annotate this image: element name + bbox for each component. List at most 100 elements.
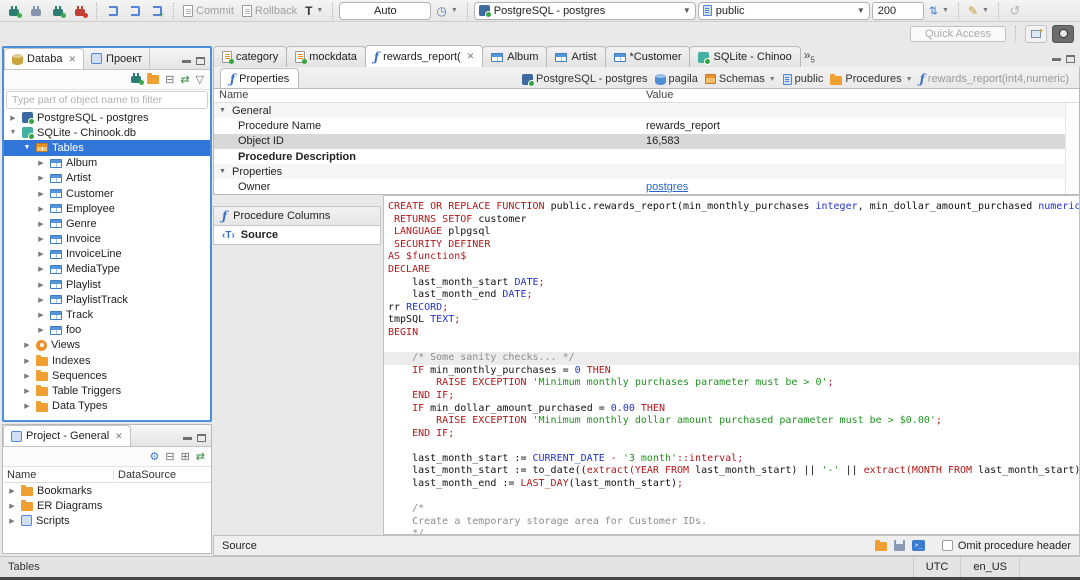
- tab-projects[interactable]: Проект: [84, 48, 151, 69]
- code-line: LANGUAGE plpgsql: [388, 226, 1079, 239]
- fetch-size-input[interactable]: 200: [871, 1, 924, 20]
- grid-row-properties[interactable]: ▼ Properties: [214, 164, 1079, 180]
- tree-item-mediatype[interactable]: ▶ MediaType: [4, 262, 210, 277]
- source-viewer[interactable]: CREATE OR REPLACE FUNCTION public.reward…: [383, 195, 1080, 535]
- tree-item-artist[interactable]: ▶ Artist: [4, 171, 210, 186]
- tree-item-album[interactable]: ▶ Album: [4, 156, 210, 171]
- tree-item-indexes[interactable]: ▶ Indexes: [4, 353, 210, 368]
- editor-tab--customer[interactable]: *Customer: [604, 46, 691, 67]
- breadcrumb-item-rewards-report-int4-numeric-[interactable]: ƒ rewards_report(int4,numeric): [920, 73, 1069, 85]
- navigator-filter-input[interactable]: Type part of object name to filter: [6, 91, 208, 109]
- grid-row-object-id[interactable]: Object ID 16,583: [214, 133, 1079, 149]
- status-locale[interactable]: en_US: [961, 557, 1020, 577]
- project-item-bookmarks[interactable]: ▶ Bookmarks: [3, 483, 211, 498]
- tree-item-playlist[interactable]: ▶ Playlist: [4, 277, 210, 292]
- close-icon[interactable]: ✕: [68, 54, 76, 65]
- link-editor-icon[interactable]: ⇄: [180, 73, 189, 86]
- expand-all-icon[interactable]: ⊞: [181, 450, 190, 463]
- transaction-mode-button[interactable]: T ▼: [302, 2, 326, 20]
- grid-row-owner[interactable]: Owner postgres: [214, 179, 1079, 194]
- collapse-all-icon[interactable]: ⊟: [165, 450, 174, 463]
- tree-item-track[interactable]: ▶ Track: [4, 307, 210, 322]
- tab-project-general[interactable]: Project - General ✕: [3, 425, 131, 446]
- breadcrumb-item-public[interactable]: public: [782, 73, 823, 85]
- editor-tab-sqlite-chinoo[interactable]: SQLite - Chinoo: [689, 46, 801, 67]
- open-perspective-button[interactable]: ✦: [1025, 24, 1047, 43]
- collapse-all-icon[interactable]: ⊟: [165, 73, 174, 86]
- grid-row-general[interactable]: ▼ General: [214, 103, 1079, 119]
- editor-tab-category[interactable]: category: [213, 46, 288, 67]
- editor-tab-mockdata[interactable]: mockdata: [286, 46, 366, 67]
- dbeaver-perspective-button[interactable]: [1052, 24, 1074, 43]
- history-button[interactable]: ◷ ▼: [433, 2, 460, 20]
- secondary-toolbar: Quick Access ✦: [0, 23, 1080, 44]
- tree-item-invoiceline[interactable]: ▶ InvoiceLine: [4, 247, 210, 262]
- tree-item-data-types[interactable]: ▶ Data Types: [4, 399, 210, 414]
- undo-button[interactable]: ↺: [1005, 2, 1025, 20]
- breadcrumb-item-procedures[interactable]: Procedures ▼: [830, 73, 913, 85]
- minimize-icon[interactable]: [183, 436, 192, 440]
- view-menu-icon[interactable]: ▽: [196, 73, 204, 86]
- editor-tab-rewards-report-[interactable]: ƒ rewards_report(✕: [364, 45, 484, 67]
- editor-tab-artist[interactable]: Artist: [546, 46, 606, 67]
- grid-row-procedure-description[interactable]: Procedure Description: [214, 149, 1079, 164]
- connection-combo[interactable]: PostgreSQL - postgres ▼: [473, 1, 696, 20]
- side-tab-procedure-columns[interactable]: ƒ Procedure Columns: [213, 206, 381, 226]
- maximize-icon[interactable]: [197, 434, 206, 442]
- rollback-button[interactable]: Rollback: [239, 2, 300, 20]
- new-connection-icon[interactable]: [131, 73, 145, 85]
- editor-tab-album[interactable]: Album: [482, 46, 548, 67]
- tree-item-genre[interactable]: ▶ Genre: [4, 216, 210, 231]
- tree-item-invoice[interactable]: ▶ Invoice: [4, 232, 210, 247]
- gear-icon[interactable]: ⚙: [149, 450, 159, 463]
- side-tab-source[interactable]: ‹T› Source: [213, 225, 381, 245]
- tree-item-customer[interactable]: ▶ Customer: [4, 186, 210, 201]
- tree-item-playlisttrack[interactable]: ▶ PlaylistTrack: [4, 292, 210, 307]
- maximize-icon[interactable]: [196, 57, 205, 65]
- sync-structure-button[interactable]: ⇄ ▼: [926, 2, 952, 20]
- tree-item-tables[interactable]: ▼ Tables: [4, 140, 210, 156]
- tree-item-foo[interactable]: ▶ foo: [4, 323, 210, 338]
- owner-link[interactable]: postgres: [646, 181, 688, 193]
- sql-format-button[interactable]: ✎ ▼: [965, 2, 992, 20]
- connect-button[interactable]: [26, 2, 46, 20]
- disconnect-button[interactable]: [70, 2, 90, 20]
- begin-transaction-button[interactable]: [103, 2, 123, 20]
- tree-item-sequences[interactable]: ▶ Sequences: [4, 368, 210, 383]
- tab-properties[interactable]: ƒ Properties: [220, 68, 300, 88]
- load-from-file-icon[interactable]: [874, 540, 887, 551]
- close-icon[interactable]: ✕: [115, 431, 123, 442]
- tree-item-views[interactable]: ▶ Views: [4, 338, 210, 353]
- tree-item-employee[interactable]: ▶ Employee: [4, 201, 210, 216]
- project-item-scripts[interactable]: ▶ Scripts: [3, 513, 211, 528]
- project-item-er-diagrams[interactable]: ▶ ER Diagrams: [3, 498, 211, 513]
- quick-access-box[interactable]: Quick Access: [910, 25, 1006, 42]
- save-to-file-icon[interactable]: [893, 540, 905, 551]
- tab-database-navigator[interactable]: Databa ✕: [4, 48, 85, 69]
- side-tab-label: Source: [240, 229, 279, 241]
- link-editor-icon[interactable]: ⇄: [196, 450, 205, 463]
- tree-item-sqlite-chinook-db[interactable]: ▼ SQLite - Chinook.db: [4, 125, 210, 141]
- status-timezone[interactable]: UTC: [912, 557, 962, 577]
- breadcrumb-item-postgresql-postgres[interactable]: PostgreSQL - postgres: [522, 73, 648, 87]
- new-transaction-button[interactable]: [147, 2, 167, 20]
- grid-row-procedure-name[interactable]: Procedure Name rewards_report: [214, 118, 1079, 133]
- editor-tab-overflow[interactable]: »5: [804, 48, 815, 64]
- grid-scrollbar[interactable]: [1065, 103, 1079, 194]
- breadcrumb-item-schemas[interactable]: Schemas ▼: [704, 73, 776, 85]
- tree-item-postgresql-postgres[interactable]: ▶ PostgreSQL - postgres: [4, 110, 210, 126]
- close-icon: ✕: [466, 51, 475, 61]
- commit-mode-combo[interactable]: Auto: [339, 1, 432, 20]
- breadcrumb-item-pagila[interactable]: pagila: [654, 73, 698, 85]
- new-connection-button[interactable]: [4, 2, 24, 20]
- minimize-icon[interactable]: [182, 59, 191, 63]
- commit-button[interactable]: Commit: [180, 2, 237, 20]
- new-folder-icon[interactable]: [147, 73, 160, 84]
- reconnect-button[interactable]: [48, 2, 68, 20]
- transaction-arrow-icon: [130, 5, 142, 19]
- open-console-icon[interactable]: >_: [911, 540, 925, 551]
- transaction-log-button[interactable]: [125, 2, 145, 20]
- schema-combo[interactable]: public ▼: [697, 1, 870, 20]
- omit-procedure-header-checkbox[interactable]: Omit procedure header: [941, 540, 1071, 552]
- tree-item-table-triggers[interactable]: ▶ Table Triggers: [4, 383, 210, 398]
